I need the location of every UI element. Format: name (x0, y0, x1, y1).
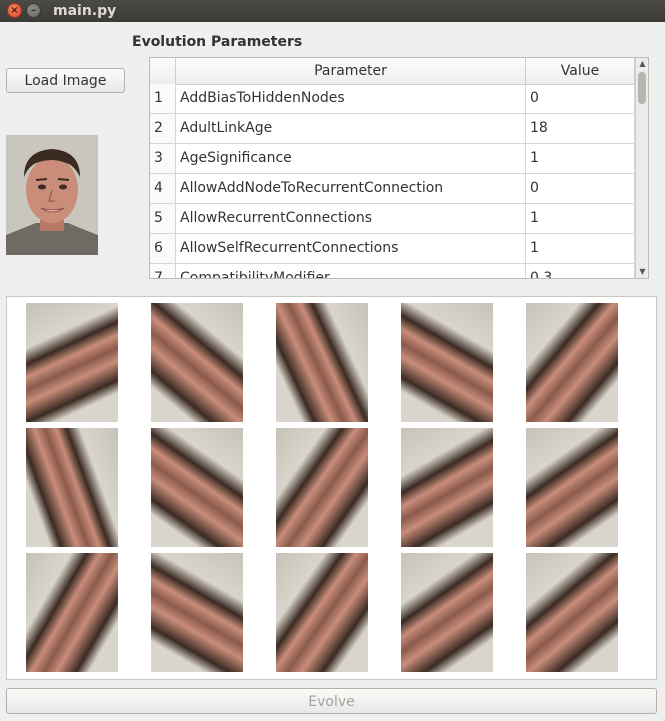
row-number: 1 (150, 84, 176, 113)
parameters-table: Parameter Value 1 AddBiasToHiddenNodes 0… (149, 57, 649, 279)
table-row[interactable]: 6 AllowSelfRecurrentConnections 1 (150, 234, 635, 264)
table-row[interactable]: 2 AdultLinkAge 18 (150, 114, 635, 144)
table-row[interactable]: 4 AllowAddNodeToRecurrentConnection 0 (150, 174, 635, 204)
table-row[interactable]: 1 AddBiasToHiddenNodes 0 (150, 84, 635, 114)
table-row[interactable]: 3 AgeSignificance 1 (150, 144, 635, 174)
table-row[interactable]: 7 CompatibilityModifier 0.3 (150, 264, 635, 278)
parameter-name-cell[interactable]: AllowSelfRecurrentConnections (176, 234, 526, 263)
value-column-header[interactable]: Value (526, 58, 635, 84)
parameter-name-cell[interactable]: CompatibilityModifier (176, 264, 526, 278)
load-image-button[interactable]: Load Image (6, 68, 125, 93)
source-face-image (6, 135, 98, 255)
scroll-down-icon[interactable]: ▼ (636, 266, 648, 278)
evolved-image-thumbnail[interactable] (151, 428, 243, 547)
table-header: Parameter Value (150, 58, 635, 85)
parameter-value-cell[interactable]: 1 (526, 234, 635, 263)
evolved-image-thumbnail[interactable] (276, 303, 368, 422)
minimize-button[interactable]: – (26, 3, 41, 18)
parameter-name-cell[interactable]: AgeSignificance (176, 144, 526, 173)
minimize-icon: – (31, 5, 36, 16)
row-number: 3 (150, 144, 176, 173)
parameter-value-cell[interactable]: 1 (526, 144, 635, 173)
parameter-name-cell[interactable]: AddBiasToHiddenNodes (176, 84, 526, 113)
evolved-image-thumbnail[interactable] (401, 553, 493, 672)
evolved-image-thumbnail[interactable] (26, 428, 118, 547)
parameter-value-cell[interactable]: 0.3 (526, 264, 635, 278)
parameter-name-cell[interactable]: AdultLinkAge (176, 114, 526, 143)
parameter-name-cell[interactable]: AllowRecurrentConnections (176, 204, 526, 233)
evolved-image-thumbnail[interactable] (526, 303, 618, 422)
row-number: 5 (150, 204, 176, 233)
table-vertical-scrollbar[interactable]: ▲ ▼ (635, 58, 648, 278)
parameter-value-cell[interactable]: 1 (526, 204, 635, 233)
row-number: 7 (150, 264, 176, 278)
scroll-up-icon[interactable]: ▲ (636, 58, 648, 70)
evolved-image-thumbnail[interactable] (276, 428, 368, 547)
parameter-value-cell[interactable]: 18 (526, 114, 635, 143)
evolved-image-thumbnail[interactable] (276, 553, 368, 672)
close-button[interactable]: × (7, 3, 22, 18)
evolved-image-thumbnail[interactable] (151, 303, 243, 422)
row-number: 2 (150, 114, 176, 143)
table-corner (150, 58, 176, 84)
evolve-button[interactable]: Evolve (6, 688, 657, 714)
row-number: 6 (150, 234, 176, 263)
table-row[interactable]: 5 AllowRecurrentConnections 1 (150, 204, 635, 234)
evolved-image-thumbnail[interactable] (151, 553, 243, 672)
row-number: 4 (150, 174, 176, 203)
close-icon: × (10, 5, 19, 16)
evolved-image-thumbnail[interactable] (401, 303, 493, 422)
evolved-images-gallery (6, 296, 657, 680)
parameter-name-cell[interactable]: AllowAddNodeToRecurrentConnection (176, 174, 526, 203)
evolved-image-thumbnail[interactable] (526, 428, 618, 547)
evolution-parameters-label: Evolution Parameters (132, 34, 303, 50)
parameter-column-header[interactable]: Parameter (176, 58, 526, 84)
evolved-image-thumbnail[interactable] (526, 553, 618, 672)
evolved-image-thumbnail[interactable] (401, 428, 493, 547)
parameter-value-cell[interactable]: 0 (526, 84, 635, 113)
window-title: main.py (53, 3, 117, 19)
title-bar: × – main.py (0, 0, 665, 22)
parameter-value-cell[interactable]: 0 (526, 174, 635, 203)
evolved-image-thumbnail[interactable] (26, 553, 118, 672)
evolved-image-thumbnail[interactable] (26, 303, 118, 422)
scrollbar-thumb[interactable] (638, 72, 646, 104)
